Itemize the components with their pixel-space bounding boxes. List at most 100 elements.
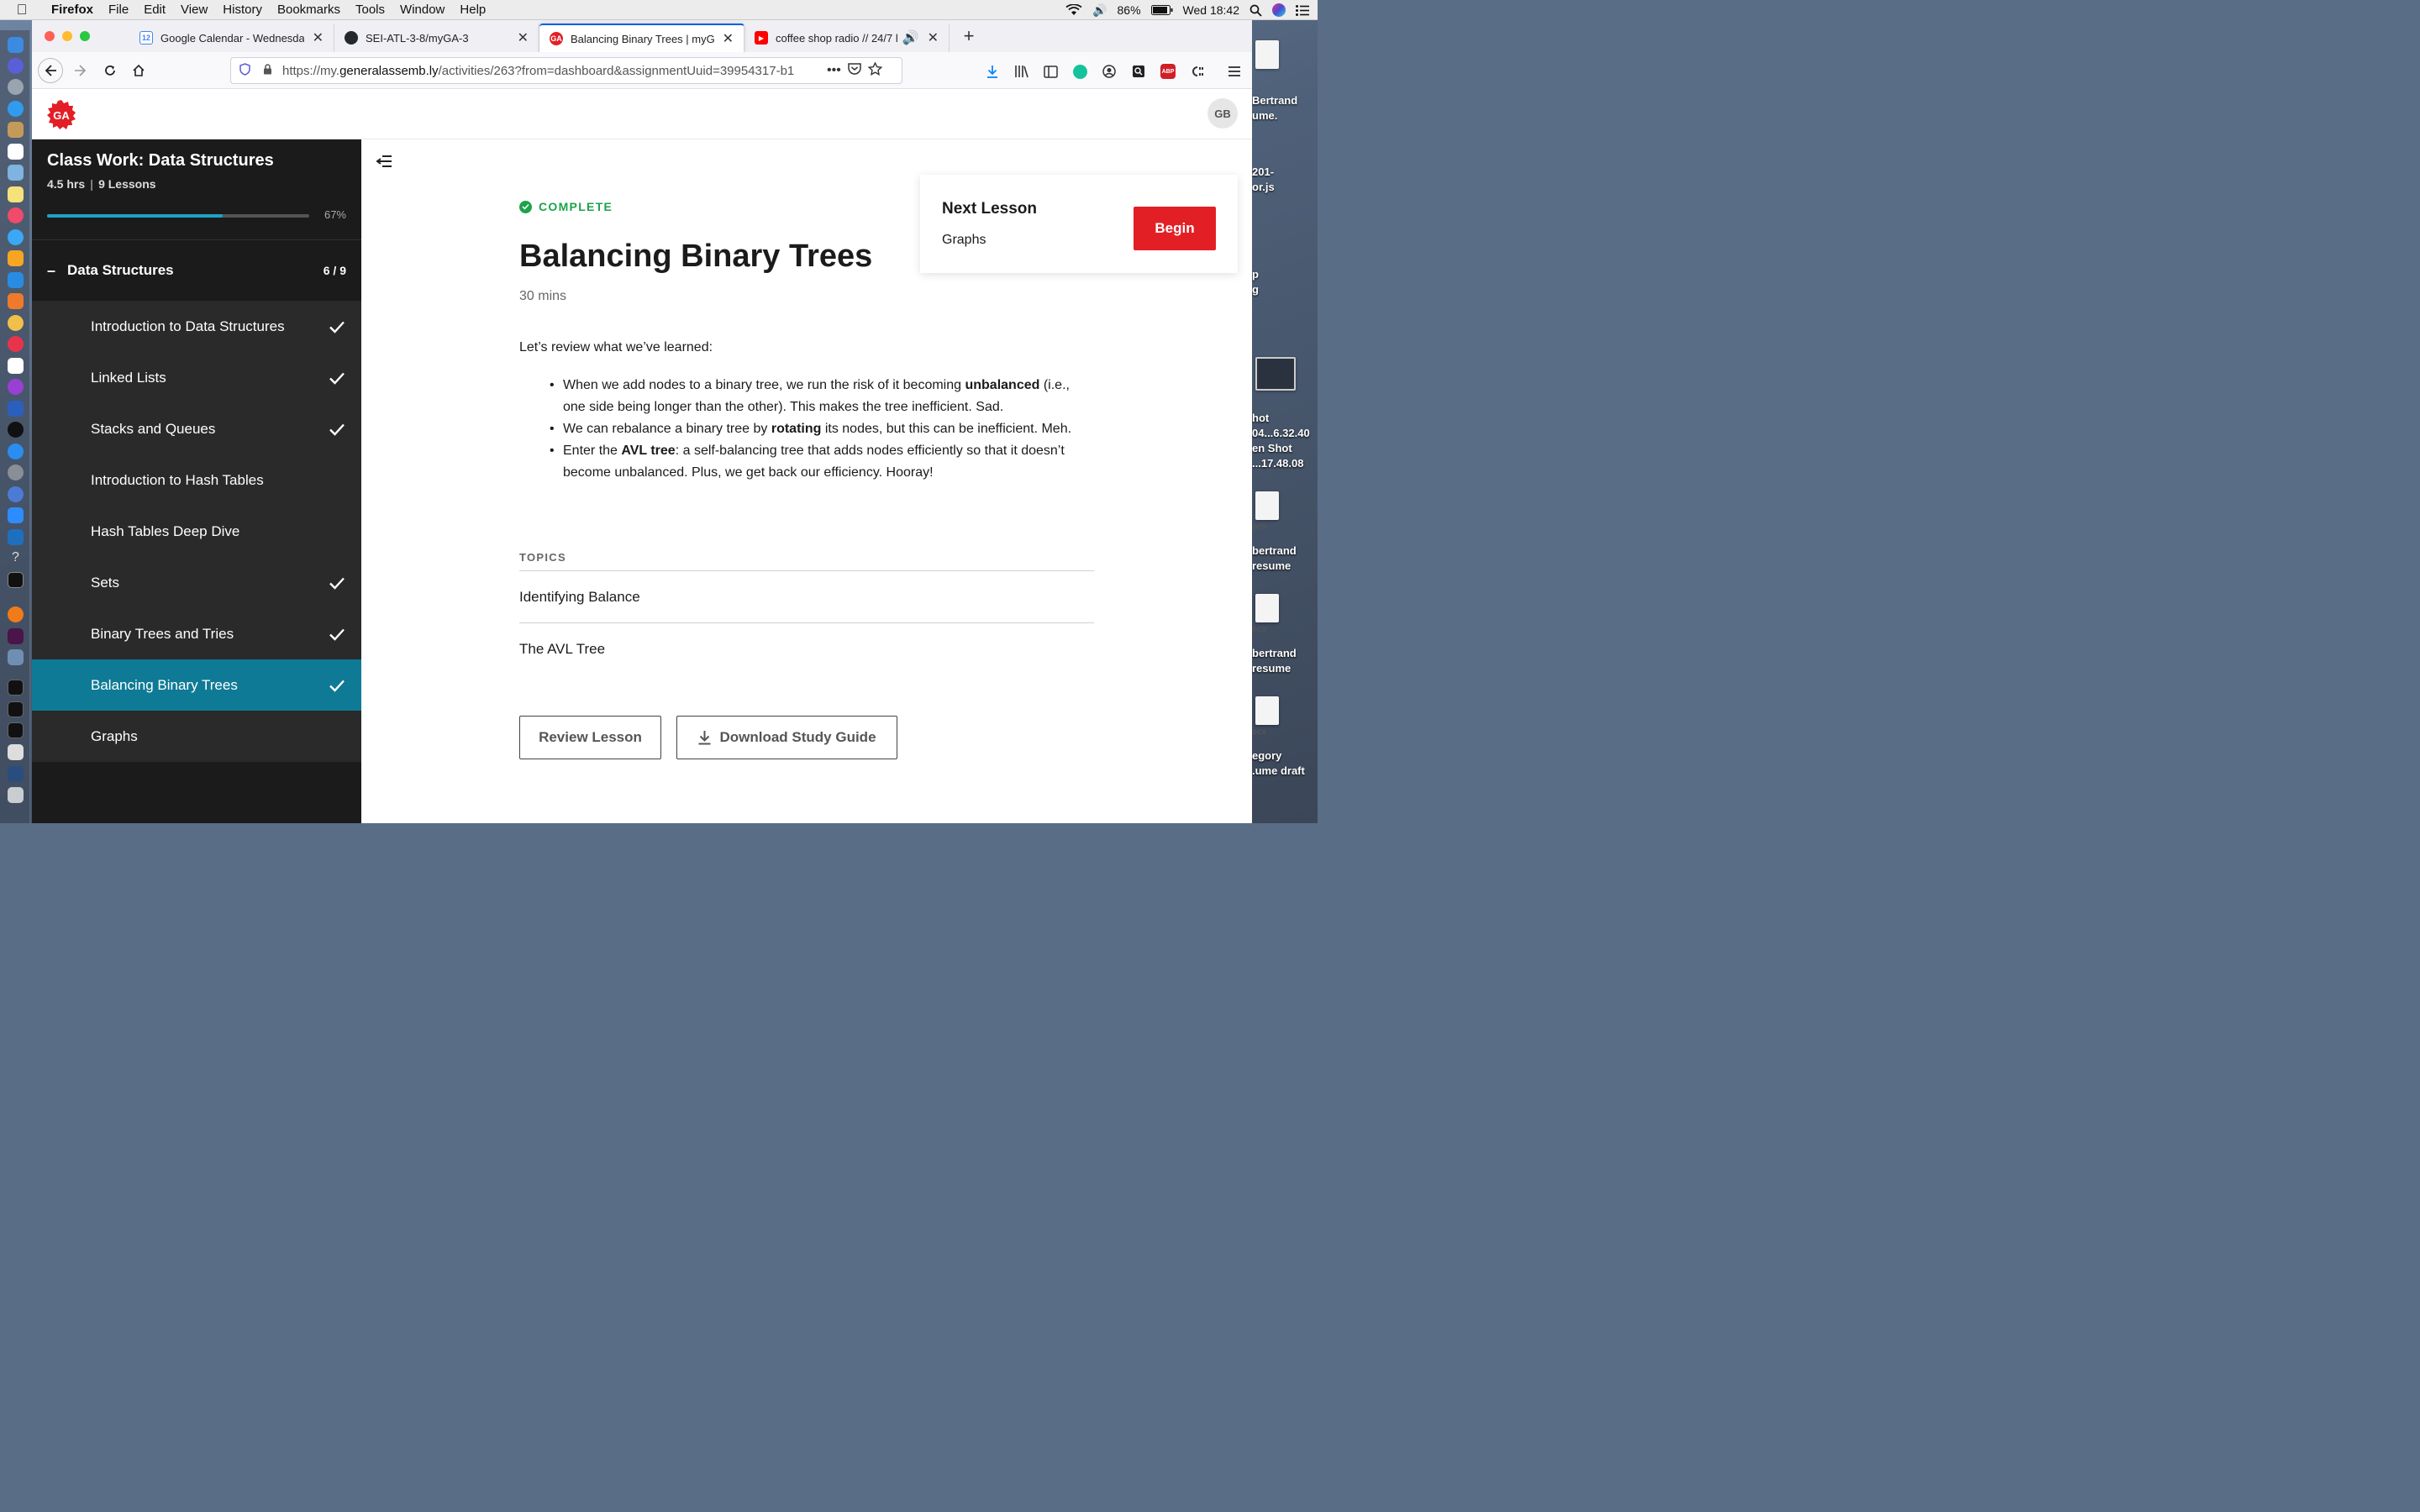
- docx-file-icon[interactable]: [1255, 594, 1279, 622]
- docx-file-icon[interactable]: [1255, 696, 1279, 725]
- home-icon[interactable]: [127, 59, 150, 82]
- sidebar-lesson-item[interactable]: Linked Lists: [32, 352, 361, 403]
- battery-icon[interactable]: [1150, 5, 1173, 15]
- menu-history[interactable]: History: [215, 3, 270, 17]
- library-icon[interactable]: [1014, 64, 1029, 79]
- extension-icon[interactable]: [1190, 64, 1205, 79]
- pages-icon[interactable]: [8, 250, 24, 266]
- vscode-icon[interactable]: [8, 529, 24, 545]
- document-window-icon[interactable]: [8, 744, 24, 760]
- messages-icon[interactable]: [8, 229, 24, 245]
- siri-icon[interactable]: [1272, 3, 1286, 17]
- apple-menu-icon[interactable]: : [0, 2, 44, 18]
- help-icon[interactable]: ?: [8, 550, 24, 566]
- siri-dock-icon[interactable]: [8, 58, 24, 74]
- menu-app-firefox[interactable]: Firefox: [44, 3, 101, 17]
- sidebar-lesson-item[interactable]: Introduction to Hash Tables: [32, 454, 361, 506]
- user-avatar[interactable]: GB: [1207, 98, 1238, 129]
- section-data-structures[interactable]: – Data Structures 6 / 9: [32, 240, 361, 301]
- grammarly-extension-icon[interactable]: [1072, 64, 1087, 79]
- apple-tv-icon[interactable]: [8, 422, 24, 438]
- firefox-dock-icon[interactable]: [8, 606, 24, 622]
- zoom-icon[interactable]: [8, 507, 24, 523]
- spotlight-search-icon[interactable]: [1249, 4, 1262, 17]
- app-store-icon[interactable]: [8, 444, 24, 459]
- collapse-sidebar-icon[interactable]: [376, 155, 392, 168]
- screenshot-thumbnail-icon[interactable]: [1255, 357, 1296, 391]
- textedit-icon[interactable]: [8, 358, 24, 374]
- trash-icon[interactable]: [8, 787, 24, 803]
- topic-identifying-balance[interactable]: Identifying Balance: [519, 570, 1094, 622]
- forward-button[interactable]: [69, 59, 92, 82]
- terminal-window-icon[interactable]: [8, 680, 24, 696]
- back-button[interactable]: [38, 58, 63, 83]
- bookmark-star-icon[interactable]: [867, 60, 883, 80]
- sidebar-lesson-item[interactable]: Balancing Binary Trees: [32, 659, 361, 711]
- notification-center-icon[interactable]: [1296, 4, 1309, 16]
- tab-close-icon[interactable]: ✕: [723, 30, 734, 47]
- music-icon[interactable]: [8, 207, 24, 223]
- screenshot-extension-icon[interactable]: [1131, 64, 1146, 79]
- sidebar-lesson-item[interactable]: Binary Trees and Tries: [32, 608, 361, 659]
- terminal-window-icon[interactable]: [8, 701, 24, 717]
- sidebar-lesson-item[interactable]: Graphs: [32, 711, 361, 762]
- adblock-plus-icon[interactable]: ABP: [1160, 64, 1176, 79]
- menu-tools[interactable]: Tools: [348, 3, 392, 17]
- page-actions-menu-icon[interactable]: •••: [827, 63, 841, 78]
- finder-icon[interactable]: [8, 37, 24, 53]
- ga-logo-icon[interactable]: GA: [46, 100, 76, 130]
- chrome-remote-icon[interactable]: [8, 486, 24, 502]
- slides-icon[interactable]: [8, 293, 24, 309]
- terminal-window-icon[interactable]: [8, 722, 24, 738]
- tab-close-icon[interactable]: ✕: [928, 29, 939, 46]
- terminal-icon[interactable]: [8, 572, 24, 588]
- menu-bookmarks[interactable]: Bookmarks: [270, 3, 348, 17]
- sidebar-lesson-item[interactable]: Stacks and Queues: [32, 403, 361, 454]
- docx-file-icon[interactable]: [1255, 491, 1279, 520]
- podcasts-icon[interactable]: [8, 379, 24, 395]
- tab-github[interactable]: SEI-ATL-3-8/myGA-3 ✕: [334, 24, 539, 52]
- word-icon[interactable]: [8, 401, 24, 417]
- tab-audio-icon[interactable]: 🔊: [902, 29, 919, 46]
- contacts-icon[interactable]: [8, 122, 24, 138]
- sidebar-lesson-item[interactable]: Sets: [32, 557, 361, 608]
- begin-next-lesson-button[interactable]: Begin: [1134, 207, 1216, 250]
- reload-icon[interactable]: [98, 59, 122, 82]
- menu-edit[interactable]: Edit: [136, 3, 173, 17]
- account-extension-icon[interactable]: [1102, 64, 1117, 79]
- finder-window-icon[interactable]: [8, 766, 24, 782]
- volume-icon[interactable]: 🔊: [1092, 3, 1107, 18]
- menu-window[interactable]: Window: [392, 3, 452, 17]
- window-zoom-button[interactable]: [80, 31, 90, 41]
- window-close-button[interactable]: [45, 31, 55, 41]
- tracking-protection-shield-icon[interactable]: [239, 63, 251, 78]
- menu-file[interactable]: File: [101, 3, 136, 17]
- tab-close-icon[interactable]: ✕: [313, 29, 324, 46]
- wifi-icon[interactable]: [1065, 4, 1082, 16]
- url-bar[interactable]: https://my.generalassemb.ly/activities/2…: [230, 57, 902, 84]
- keynote-icon[interactable]: [8, 272, 24, 288]
- hamburger-menu-icon[interactable]: [1227, 64, 1242, 79]
- image-capture-icon[interactable]: [8, 649, 24, 665]
- review-lesson-button[interactable]: Review Lesson: [519, 716, 661, 759]
- notes-icon[interactable]: [8, 186, 24, 202]
- clock[interactable]: Wed 18:42: [1183, 3, 1239, 17]
- window-minimize-button[interactable]: [62, 31, 72, 41]
- pocket-icon[interactable]: [848, 62, 861, 79]
- tab-google-calendar[interactable]: 12 Google Calendar - Wednesday, ✕: [129, 24, 334, 52]
- slack-icon[interactable]: [8, 628, 24, 644]
- topic-avl-tree[interactable]: The AVL Tree: [519, 622, 1094, 675]
- system-preferences-icon[interactable]: [8, 465, 24, 480]
- launchpad-icon[interactable]: [8, 79, 24, 95]
- lock-icon[interactable]: [263, 64, 272, 77]
- tab-close-icon[interactable]: ✕: [518, 29, 529, 46]
- sidebar-lesson-item[interactable]: Hash Tables Deep Dive: [32, 506, 361, 557]
- safari-icon[interactable]: [8, 101, 24, 117]
- desktop-file-icon[interactable]: [1255, 40, 1279, 69]
- photos-icon[interactable]: [8, 315, 24, 331]
- sidebar-lesson-item[interactable]: Introduction to Data Structures: [32, 301, 361, 352]
- menu-view[interactable]: View: [173, 3, 215, 17]
- sidebar-toggle-icon[interactable]: [1043, 64, 1058, 79]
- preview-icon[interactable]: [8, 165, 24, 181]
- download-study-guide-button[interactable]: Download Study Guide: [676, 716, 897, 759]
